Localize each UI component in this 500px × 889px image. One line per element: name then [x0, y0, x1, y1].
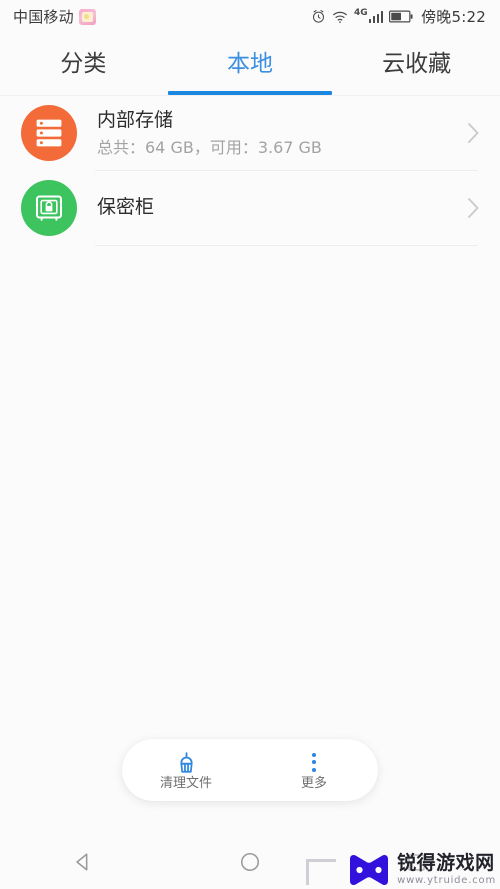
chevron-right-icon: [460, 122, 486, 144]
status-bar-left: 中国移动: [13, 6, 96, 27]
clean-files-label: 清理文件: [159, 776, 212, 791]
list-item-title: 保密柜: [97, 196, 155, 219]
alarm-clock-icon: [311, 9, 326, 24]
list-item-text: 保密柜: [97, 196, 460, 220]
list-item-text: 内部存储 总共：64 GB，可用：3.67 GB: [97, 109, 460, 157]
wifi-icon: [332, 10, 348, 24]
more-vertical-dots-icon: [312, 750, 316, 774]
phone-screen: 中国移动 4G 傍晚5:22 分类 本地 云收藏 内部存储 总共：64 GB，可…: [0, 0, 500, 889]
active-tab-indicator: [168, 91, 332, 95]
clock-label: 傍晚5:22: [421, 8, 486, 26]
carrier-label: 中国移动: [13, 8, 74, 26]
more-button[interactable]: 更多: [250, 739, 378, 801]
list-separator: [95, 245, 478, 246]
status-bar-right: 4G 傍晚5:22: [311, 6, 486, 27]
signal-bars-icon: 4G: [353, 7, 384, 23]
back-triangle-icon[interactable]: [0, 851, 167, 873]
sim-card-badge-icon: [78, 8, 96, 25]
network-type-label: 4G: [353, 7, 368, 18]
tab-cloud-favorites[interactable]: 云收藏: [333, 33, 500, 95]
broom-icon: [175, 750, 198, 774]
system-navigation-bar: [0, 835, 500, 889]
tab-categories[interactable]: 分类: [0, 33, 167, 95]
recents-square-icon[interactable]: [333, 852, 500, 873]
list-item-title: 内部存储: [97, 109, 174, 132]
home-circle-icon[interactable]: [167, 851, 334, 873]
status-bar: 中国移动 4G 傍晚5:22: [0, 0, 500, 33]
list-item-subtitle: 总共：64 GB，可用：3.67 GB: [97, 137, 322, 157]
signal-strength-bars: [368, 11, 384, 23]
chevron-right-icon: [460, 197, 486, 219]
battery-icon: [389, 10, 413, 23]
bottom-toolbar: 清理文件 更多: [122, 739, 378, 801]
more-label: 更多: [300, 776, 327, 791]
list-item-internal-storage[interactable]: 内部存储 总共：64 GB，可用：3.67 GB: [0, 96, 500, 170]
list-item-safe[interactable]: 保密柜: [0, 171, 500, 245]
tab-bar: 分类 本地 云收藏: [0, 33, 500, 95]
clean-files-button[interactable]: 清理文件: [122, 739, 250, 801]
storage-list: 内部存储 总共：64 GB，可用：3.67 GB 保密柜: [0, 96, 500, 246]
tab-local[interactable]: 本地: [167, 33, 334, 95]
safe-vault-lock-icon: [21, 180, 77, 236]
internal-storage-icon: [21, 105, 77, 161]
